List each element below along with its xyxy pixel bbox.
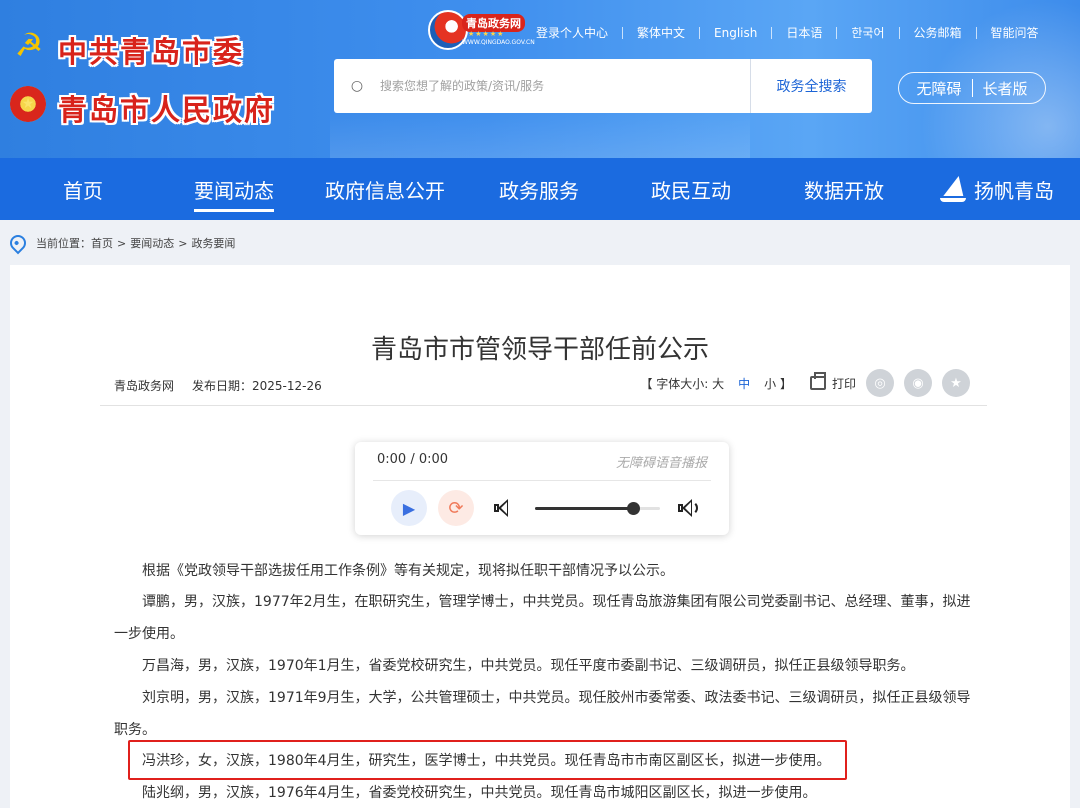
stars-icon: ★★★★★ bbox=[468, 30, 505, 38]
location-pin-icon bbox=[6, 231, 30, 255]
article-title: 青岛市市管领导干部任前公示 bbox=[370, 335, 709, 365]
meta-divider bbox=[100, 405, 987, 406]
top-link-mail[interactable]: 公务邮箱 bbox=[914, 24, 962, 41]
national-emblem-icon: ★ bbox=[10, 86, 46, 122]
play-icon: ▶ bbox=[402, 498, 416, 518]
sailboat-icon bbox=[940, 176, 966, 202]
breadcrumb-separator: > bbox=[117, 236, 127, 250]
article-date: 发布日期：2025-12-26 bbox=[192, 379, 322, 393]
paragraph-wan: 万昌海，男，汉族，1970年1月生，省委党校研究生，中共党员。现任平度市委副书记… bbox=[142, 658, 915, 674]
player-label: 无障碍语音播报 bbox=[615, 456, 707, 471]
government-title[interactable]: 青岛市人民政府 bbox=[58, 87, 275, 129]
wechat-icon[interactable]: ◎ bbox=[866, 369, 894, 397]
nav-gov-info[interactable]: 政府信息公开 bbox=[325, 158, 445, 220]
breadcrumb-gov-news[interactable]: 政务要闻 bbox=[191, 235, 235, 251]
paragraph-liu: 刘京明，男，汉族，1971年9月生，大学，公共管理硕士，中共党员。现任胶州市委常… bbox=[114, 690, 971, 738]
top-link-japanese[interactable]: 日本语 bbox=[786, 24, 822, 41]
top-link-korean[interactable]: 한국어 bbox=[851, 24, 884, 41]
paragraph-intro: 根据《党政领导干部选拔任用工作条例》等有关规定，现将拟任职干部情况予以公示。 bbox=[142, 563, 674, 579]
search-bar: ○ 政务全搜索 bbox=[334, 59, 872, 113]
main-nav: 首页 要闻动态 政府信息公开 政务服务 政民互动 数据开放 扬帆青岛 bbox=[0, 158, 1080, 220]
paragraph-tan: 谭鹏，男，汉族，1977年2月生，在职研究生，管理学博士，中共党员。现任青岛旅游… bbox=[114, 594, 971, 642]
top-link-qa[interactable]: 智能问答 bbox=[991, 24, 1039, 41]
article-meta: 青岛政务网 发布日期：2025-12-26 bbox=[114, 377, 322, 394]
top-link-login[interactable]: 登录个人中心 bbox=[536, 24, 608, 41]
volume-knob[interactable] bbox=[626, 502, 640, 515]
nav-yangfan-label: 扬帆青岛 bbox=[974, 178, 1054, 203]
elder-mode-button[interactable]: 长者版 bbox=[983, 78, 1028, 99]
party-emblem-icon: ☭ bbox=[14, 26, 44, 64]
top-links: 登录个人中心 繁体中文 English 日本语 한국어 公务邮箱 智能问答 bbox=[536, 24, 1039, 41]
nav-interaction[interactable]: 政民互动 bbox=[651, 158, 731, 220]
speaker-loud-icon bbox=[676, 497, 698, 519]
breadcrumb: 当前位置： 首页 > 要闻动态 > 政务要闻 bbox=[6, 231, 235, 255]
highlight-box bbox=[128, 740, 847, 780]
divider bbox=[898, 26, 900, 39]
paragraph-lu: 陆兆纲，男，汉族，1976年4月生，省委党校研究生，中共党员。现任青岛市城阳区副… bbox=[142, 785, 817, 801]
loop-button[interactable]: ⟳ bbox=[438, 490, 474, 526]
font-size-large[interactable]: 【 字体大小: 大 bbox=[640, 375, 724, 392]
print-button[interactable]: 打印 bbox=[832, 375, 856, 392]
breadcrumb-home[interactable]: 首页 bbox=[91, 235, 113, 251]
article-tools: 【 字体大小: 大 中 小 】 打印 ◎ ◉ ★ bbox=[636, 369, 970, 397]
site-logo[interactable]: 青岛政务网 ★★★★★ WWW.QINGDAO.GOV.CN bbox=[428, 10, 535, 50]
font-size-medium[interactable]: 中 bbox=[738, 375, 750, 392]
header-skyline bbox=[330, 110, 750, 158]
search-icon: ○ bbox=[350, 78, 364, 94]
breadcrumb-news[interactable]: 要闻动态 bbox=[130, 235, 174, 251]
top-link-english[interactable]: English bbox=[714, 26, 757, 40]
article-panel: 青岛市市管领导干部任前公示 青岛政务网 发布日期：2025-12-26 【 字体… bbox=[10, 265, 1070, 808]
audio-player: 0:00 / 0:00 无障碍语音播报 ▶ ⟳ bbox=[355, 442, 729, 535]
accessibility-button[interactable]: 无障碍 bbox=[916, 78, 961, 99]
divider bbox=[771, 26, 773, 39]
site-header: ☭ 中共青岛市委 ★ 青岛市人民政府 青岛政务网 ★★★★★ WWW.QINGD… bbox=[0, 0, 1080, 158]
play-button[interactable]: ▶ bbox=[391, 490, 427, 526]
volume-slider[interactable] bbox=[535, 502, 660, 515]
top-link-traditional[interactable]: 繁体中文 bbox=[637, 24, 685, 41]
search-input[interactable] bbox=[380, 79, 750, 93]
nav-services[interactable]: 政务服务 bbox=[499, 158, 579, 220]
loop-icon: ⟳ bbox=[448, 497, 464, 519]
player-divider bbox=[373, 480, 711, 481]
speaker-muted-icon bbox=[492, 497, 514, 519]
player-time: 0:00 / 0:00 bbox=[377, 452, 449, 467]
nav-home[interactable]: 首页 bbox=[63, 158, 103, 220]
mute-button[interactable] bbox=[485, 490, 521, 526]
accessibility-switch: 无障碍 长者版 bbox=[898, 72, 1046, 104]
logo-url: WWW.QINGDAO.GOV.CN bbox=[462, 39, 535, 46]
divider bbox=[975, 26, 977, 39]
breadcrumb-label: 当前位置： bbox=[36, 237, 91, 250]
printer-icon[interactable] bbox=[809, 372, 826, 390]
nav-yangfan[interactable]: 扬帆青岛 bbox=[940, 158, 1054, 220]
font-size-small[interactable]: 小 】 bbox=[764, 375, 792, 392]
weibo-icon[interactable]: ◉ bbox=[904, 369, 932, 397]
breadcrumb-separator: > bbox=[178, 236, 188, 250]
divider bbox=[699, 26, 701, 39]
party-committee-title[interactable]: 中共青岛市委 bbox=[58, 29, 244, 71]
volume-button[interactable] bbox=[669, 490, 705, 526]
article-source: 青岛政务网 bbox=[114, 379, 175, 393]
font-size-control: 【 字体大小: 大 中 小 】 bbox=[636, 375, 796, 392]
volume-fill bbox=[535, 507, 633, 510]
divider bbox=[836, 26, 838, 39]
nav-news[interactable]: 要闻动态 bbox=[194, 158, 274, 220]
favorite-icon[interactable]: ★ bbox=[942, 369, 970, 397]
nav-open-data[interactable]: 数据开放 bbox=[804, 158, 884, 220]
divider bbox=[971, 79, 973, 97]
search-button[interactable]: 政务全搜索 bbox=[750, 59, 872, 113]
divider bbox=[622, 26, 624, 39]
